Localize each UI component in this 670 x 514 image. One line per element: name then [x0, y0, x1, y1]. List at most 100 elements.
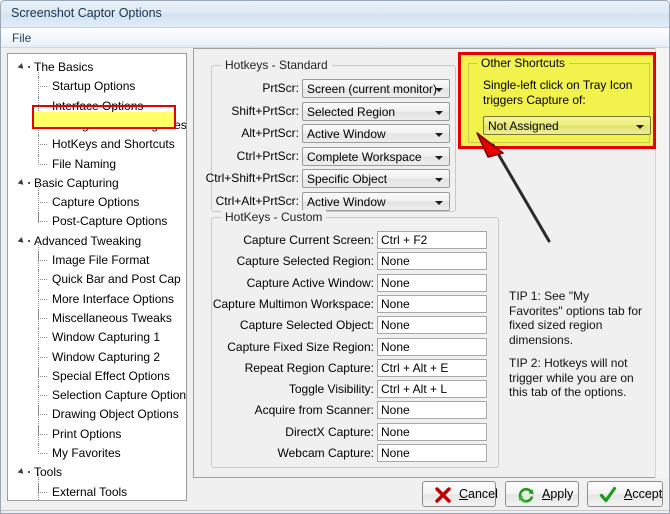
chevron-down-icon — [435, 110, 443, 115]
tree-branch-line — [38, 424, 50, 444]
other-shortcuts-desc-line1: Single-left click on Tray Icon — [483, 78, 633, 92]
custom-hotkey-label: Capture Fixed Size Region: — [215, 338, 374, 358]
tree-branch-line — [38, 347, 50, 367]
custom-hotkey-label: Acquire from Scanner: — [215, 401, 374, 421]
sidebar-item-label: Print Options — [52, 426, 122, 441]
sidebar-item-window-capturing-2[interactable]: Window Capturing 2 — [8, 347, 186, 367]
standard-hotkey-action-dropdown[interactable]: Screen (current monitor) — [302, 79, 450, 98]
sidebar-item-basic-capturing[interactable]: Basic Capturing — [8, 174, 186, 193]
standard-hotkey-action-value: Complete Workspace — [307, 149, 422, 164]
custom-hotkey-input[interactable]: None — [377, 337, 487, 356]
standard-hotkey-action-dropdown[interactable]: Selected Region — [302, 101, 450, 121]
apply-button[interactable]: Apply — [505, 481, 579, 507]
custom-hotkey-input[interactable]: Ctrl + Alt + L — [377, 380, 487, 399]
tree-branch-line — [38, 270, 50, 289]
custom-hotkey-input[interactable]: None — [377, 294, 487, 313]
sidebar-item-label: Window Capturing 1 — [52, 330, 161, 345]
custom-hotkey-value: None — [381, 339, 410, 354]
sidebar-item-label: HotKeys and Shortcuts — [52, 137, 175, 152]
custom-hotkey-value: Ctrl + Alt + L — [381, 382, 448, 397]
custom-hotkey-action: Capture Multimon Workspace: — [212, 296, 374, 311]
sidebar-item-label: Capture Options — [52, 195, 140, 210]
custom-hotkey-input[interactable]: None — [377, 316, 487, 335]
expander-triangle-icon[interactable] — [17, 178, 26, 187]
expander-triangle-icon[interactable] — [17, 236, 26, 245]
tree-branch-line — [38, 135, 50, 154]
standard-hotkey-action-dropdown[interactable]: Complete Workspace — [302, 146, 450, 166]
menu-bar: File — [1, 28, 669, 48]
sidebar-item-external-tools[interactable]: External Tools — [8, 482, 186, 500]
chevron-down-icon — [435, 200, 443, 205]
custom-hotkey-label: Capture Selected Region: — [215, 252, 374, 272]
sidebar-item-the-basics[interactable]: The Basics — [8, 58, 186, 77]
standard-hotkey-key: Shift+PrtScr: — [231, 103, 299, 118]
expander-triangle-icon[interactable] — [17, 63, 26, 71]
green-check-icon — [599, 486, 617, 503]
custom-hotkey-input[interactable]: None — [377, 273, 487, 292]
menu-item-file[interactable]: File — [9, 31, 34, 45]
custom-hotkey-label: Capture Active Window: — [215, 274, 374, 294]
content-scrollbar[interactable] — [655, 48, 669, 478]
custom-hotkey-input[interactable]: Ctrl + Alt + E — [377, 358, 487, 377]
standard-hotkey-action-value: Screen (current monitor) — [307, 82, 438, 96]
custom-hotkey-label: Toggle Visibility: — [215, 380, 374, 400]
accept-button-label: Accept — [624, 487, 663, 501]
standard-hotkey-action-value: Specific Object — [307, 172, 388, 186]
sidebar-item-label: Special Effect Options — [52, 368, 170, 383]
custom-hotkey-input[interactable]: None — [377, 422, 487, 441]
standard-hotkey-action-dropdown[interactable]: Active Window — [302, 191, 450, 211]
tree-group-connector — [38, 473, 39, 500]
sidebar-item-image-file-format[interactable]: Image File Format — [8, 251, 186, 270]
sidebar-item-selection-capture-options[interactable]: Selection Capture Options — [8, 386, 186, 405]
chevron-down-icon — [435, 178, 443, 182]
tree-group-connector — [38, 184, 39, 223]
sidebar-item-print-options[interactable]: Print Options — [8, 424, 186, 444]
tree-dot — [28, 471, 30, 474]
custom-hotkey-input[interactable]: None — [377, 252, 487, 271]
standard-hotkey-action-dropdown[interactable]: Active Window — [302, 124, 450, 143]
custom-hotkey-action: Webcam Capture: — [277, 446, 375, 460]
standard-hotkey-action-dropdown[interactable]: Specific Object — [302, 169, 450, 188]
sidebar-item-special-effect-options[interactable]: Special Effect Options — [8, 366, 186, 386]
tree-group-connector — [38, 242, 39, 455]
sidebar-item-more-interface-options[interactable]: More Interface Options — [8, 289, 186, 309]
sidebar-item-post-capture-options[interactable]: Post-Capture Options — [8, 212, 186, 231]
standard-hotkey-action-value: Active Window — [307, 194, 386, 209]
custom-hotkey-label: Capture Selected Object: — [215, 316, 374, 336]
custom-hotkey-input[interactable]: None — [377, 401, 487, 420]
tree-branch-line — [38, 251, 50, 270]
sidebar-item-label: Image File Format — [52, 253, 150, 267]
custom-hotkey-action: Capture Selected Object: — [239, 318, 374, 333]
sidebar-item-startup-options[interactable]: Startup Options — [8, 77, 186, 96]
other-shortcuts-title: Other Shortcuts — [477, 56, 570, 70]
sidebar-item-file-naming[interactable]: File Naming — [8, 154, 186, 174]
sidebar-item-label: Post-Capture Options — [52, 214, 168, 229]
custom-hotkey-action: Capture Active Window: — [246, 275, 374, 290]
sidebar-item-capture-options[interactable]: Capture Options — [8, 193, 186, 212]
sidebar-item-drawing-object-options[interactable]: Drawing Object Options — [8, 405, 186, 424]
sidebar-item-window-capturing-1[interactable]: Window Capturing 1 — [8, 328, 186, 347]
sidebar-item-tools[interactable]: Tools — [8, 463, 186, 482]
sidebar-item-hotkeys-and-shortcuts[interactable]: HotKeys and Shortcuts — [8, 135, 186, 154]
chevron-down-icon — [636, 125, 644, 129]
other-shortcuts-desc-line2: triggers Capture of: — [483, 93, 586, 107]
custom-hotkey-value: None — [381, 254, 410, 269]
custom-hotkey-input[interactable]: None — [377, 444, 487, 462]
sidebar-item-miscellaneous-tweaks[interactable]: Miscellaneous Tweaks — [8, 308, 186, 328]
pointer-arrow-annotation — [476, 132, 551, 243]
custom-hotkey-value: None — [381, 446, 410, 460]
cancel-button[interactable]: Cancel — [422, 481, 498, 507]
sidebar-item-advanced-tweaking[interactable]: Advanced Tweaking — [8, 232, 186, 251]
sidebar-item-label: Advanced Tweaking — [34, 233, 142, 248]
sidebar-item-label: File Naming — [52, 156, 117, 171]
custom-hotkey-label: Webcam Capture: — [215, 444, 375, 464]
tree-branch-line — [38, 482, 50, 500]
tip-1-text: TIP 1: See "My Favorites" options tab fo… — [509, 289, 642, 347]
hotkeys-custom-title: HotKeys - Custom — [221, 210, 327, 224]
standard-hotkey-action-value: Selected Region — [307, 104, 396, 119]
expander-triangle-icon[interactable] — [17, 468, 26, 477]
accept-button[interactable]: Accept — [587, 481, 663, 507]
tree-branch-line — [38, 193, 50, 212]
sidebar-item-my-favorites[interactable]: My Favorites — [8, 444, 186, 463]
sidebar-item-quick-bar-and-post-cap[interactable]: Quick Bar and Post Cap — [8, 270, 186, 289]
